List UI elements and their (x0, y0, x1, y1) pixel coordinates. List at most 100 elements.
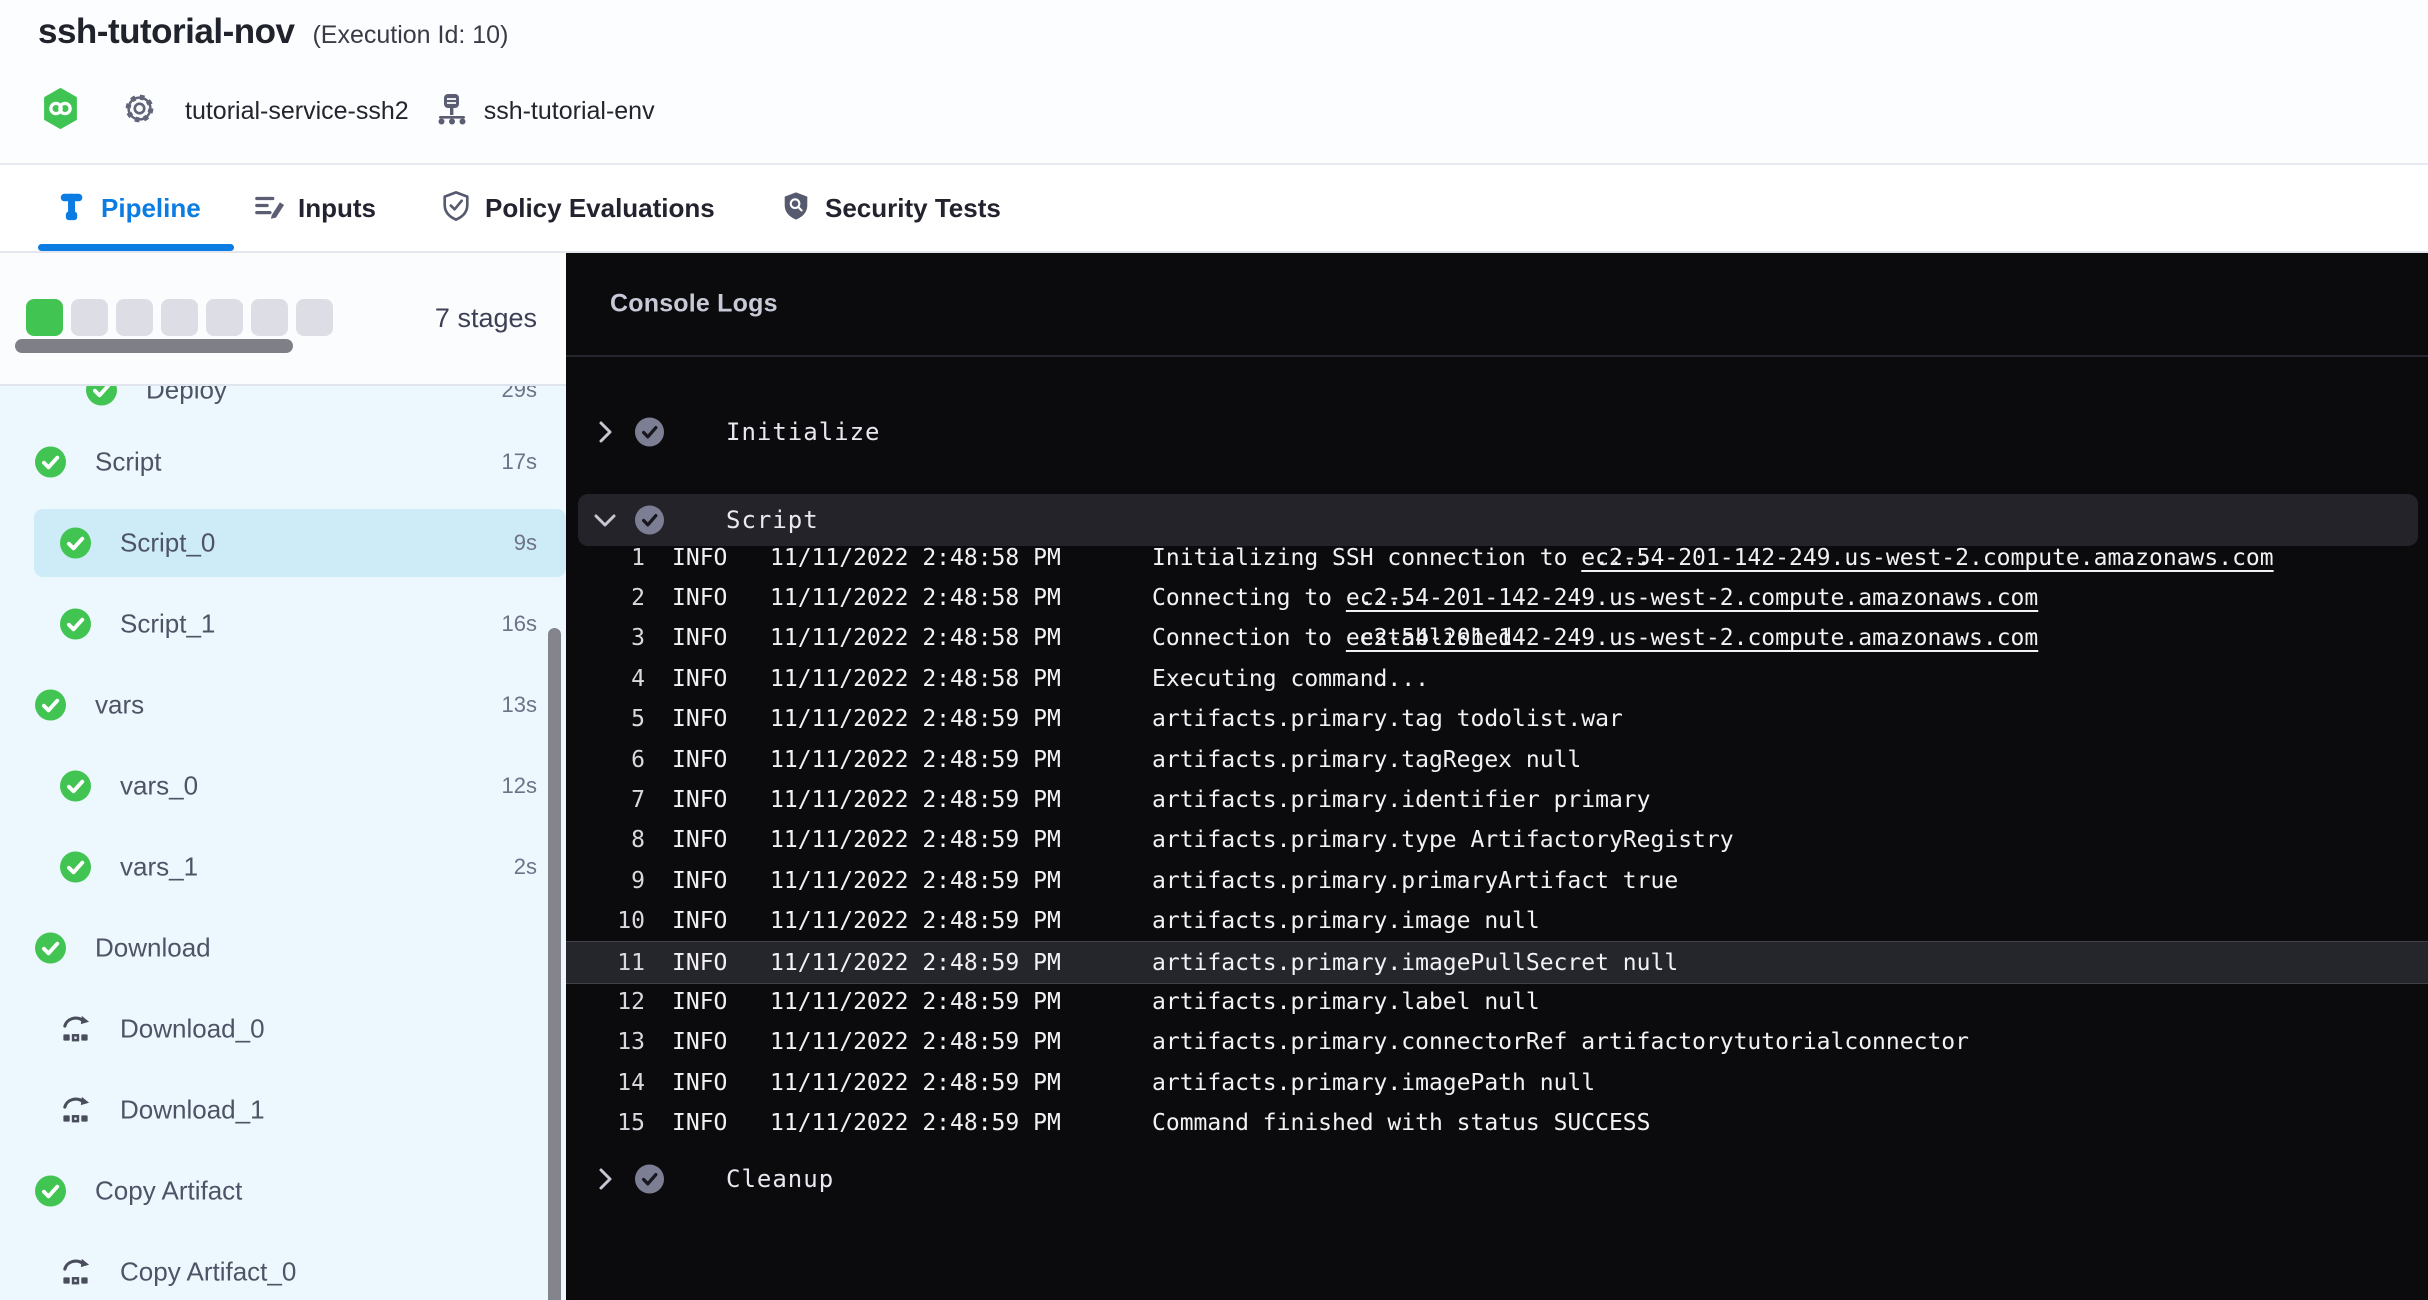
service-name[interactable]: tutorial-service-ssh2 (185, 97, 409, 126)
log-host-link[interactable]: ec2-54-201-142-249.us-west-2.compute.ama… (1346, 625, 2038, 651)
active-tab-underline (38, 244, 234, 251)
log-line-10: 10INFO11/11/2022 2:48:59 PMartifacts.pri… (566, 901, 2428, 942)
stage-row-copy-artifact[interactable]: Copy Artifact (0, 1157, 566, 1225)
sidebar-vertical-scrollbar[interactable] (548, 628, 561, 1300)
gear-icon[interactable] (122, 91, 157, 131)
log-message: artifacts.primary.label null (1152, 989, 1540, 1015)
log-level: INFO (672, 868, 727, 894)
log-message: artifacts.primary.imagePath null (1152, 1070, 1595, 1096)
log-line-number: 11 (566, 950, 645, 976)
log-line-13: 13INFO11/11/2022 2:48:59 PMartifacts.pri… (566, 1022, 2428, 1063)
stage-row-script[interactable]: Script 17s (0, 428, 566, 496)
log-line-number: 6 (566, 747, 645, 773)
stage-row-download-0[interactable]: Download_0 (0, 995, 566, 1063)
stage-duration: 12s (502, 773, 537, 799)
log-message: artifacts.primary.tag todolist.war (1152, 706, 1623, 732)
log-level: INFO (672, 585, 727, 611)
stage-duration: 17s (502, 449, 537, 475)
pipeline-execution-page: ssh-tutorial-nov (Execution Id: 10) tuto… (0, 0, 2428, 1300)
chevron-down-icon[interactable] (592, 507, 618, 533)
stage-row-copy-artifact-0[interactable]: Copy Artifact_0 (0, 1238, 566, 1300)
stage-row-vars-1[interactable]: vars_12s (0, 833, 566, 901)
stage-row-script-1[interactable]: Script_1 16s (0, 590, 566, 658)
stage-label: Download (95, 933, 211, 964)
stage-segment-pending (296, 299, 333, 336)
stage-label: Download_1 (120, 1095, 265, 1126)
log-timestamp: 11/11/2022 2:48:58 PM (770, 585, 1061, 611)
stage-count-label: 7 stages (435, 303, 537, 334)
log-line-2: 2INFO11/11/2022 2:48:58 PMConnecting to … (566, 577, 2428, 618)
log-section-cleanup[interactable]: Cleanup (578, 1153, 2418, 1205)
log-message: artifacts.primary.connectorRef artifacto… (1152, 1029, 1969, 1055)
stage-row-download[interactable]: Download (0, 914, 566, 982)
log-line-11: 11INFO11/11/2022 2:48:59 PMartifacts.pri… (566, 941, 2428, 984)
section-success-check-icon (634, 417, 665, 448)
log-message: artifacts.primary.type ArtifactoryRegist… (1152, 827, 1734, 853)
console-header: Console Logs (566, 253, 2428, 357)
tab-label: Inputs (298, 193, 376, 224)
stage-graph-horizontal-scrollbar[interactable] (15, 339, 293, 353)
tab-inputs[interactable]: Inputs (253, 165, 376, 251)
log-timestamp: 11/11/2022 2:48:59 PM (770, 989, 1061, 1015)
log-line-1: 1INFO11/11/2022 2:48:58 PMInitializing S… (566, 537, 2428, 578)
page-title: ssh-tutorial-nov (38, 12, 294, 52)
log-line-number: 15 (566, 1110, 645, 1136)
log-line-9: 9INFO11/11/2022 2:48:59 PMartifacts.prim… (566, 860, 2428, 901)
log-line-3: 3INFO11/11/2022 2:48:58 PMConnection to … (566, 618, 2428, 659)
console-logs-panel: Console Logs InitializeScriptCleanup1INF… (566, 253, 2428, 1300)
section-success-check-icon (634, 1164, 665, 1195)
environment-icon (435, 92, 469, 131)
tab-label: Pipeline (101, 193, 201, 224)
log-message: artifacts.primary.image null (1152, 908, 1540, 934)
stage-list: Deploy29sScript17sScript_09sScript_116sv… (0, 253, 566, 1300)
stage-label: Script_1 (120, 609, 215, 640)
stage-duration: 13s (502, 692, 537, 718)
log-line-number: 14 (566, 1070, 645, 1096)
log-line-14: 14INFO11/11/2022 2:48:59 PMartifacts.pri… (566, 1062, 2428, 1103)
log-level: INFO (672, 950, 727, 976)
log-level: INFO (672, 989, 727, 1015)
stage-label: Script_0 (120, 528, 215, 559)
stage-label: Copy Artifact (95, 1176, 242, 1207)
stage-segment-pending (71, 299, 108, 336)
stage-label: Copy Artifact_0 (120, 1257, 296, 1288)
chevron-right-icon[interactable] (592, 419, 618, 445)
tab-policy-evaluations[interactable]: Policy Evaluations (440, 165, 715, 251)
success-check-icon (60, 609, 91, 640)
success-check-icon (60, 771, 91, 802)
success-check-icon (35, 447, 66, 478)
log-timestamp: 11/11/2022 2:48:59 PM (770, 1110, 1061, 1136)
tab-pipeline[interactable]: Pipeline (56, 165, 201, 251)
log-level: INFO (672, 625, 727, 651)
log-level: INFO (672, 1029, 727, 1055)
sidebar-summary: 7 stages (0, 253, 566, 386)
success-check-icon (60, 852, 91, 883)
log-timestamp: 11/11/2022 2:48:59 PM (770, 827, 1061, 853)
stage-duration: 16s (502, 611, 537, 637)
log-section-initialize[interactable]: Initialize (578, 406, 2418, 458)
step-group-icon (60, 1257, 91, 1288)
log-line-number: 10 (566, 908, 645, 934)
environment-name[interactable]: ssh-tutorial-env (484, 97, 655, 126)
tab-label: Policy Evaluations (485, 193, 715, 224)
log-host-link[interactable]: ec2-54-201-142-249.us-west-2.compute.ama… (1581, 545, 2273, 571)
log-host-link[interactable]: ec2-54-201-142-249.us-west-2.compute.ama… (1346, 585, 2038, 611)
log-level: INFO (672, 666, 727, 692)
log-timestamp: 11/11/2022 2:48:59 PM (770, 706, 1061, 732)
stage-label: Script (95, 447, 161, 478)
stage-duration: 2s (514, 854, 537, 880)
stage-segment-pending (116, 299, 153, 336)
stage-row-download-1[interactable]: Download_1 (0, 1076, 566, 1144)
tab-security-tests[interactable]: Security Tests (780, 165, 1001, 251)
stage-row-vars-0[interactable]: vars_012s (0, 752, 566, 820)
console-title: Console Logs (610, 290, 778, 319)
log-timestamp: 11/11/2022 2:48:59 PM (770, 950, 1061, 976)
section-label: Initialize (726, 418, 881, 446)
stage-row-vars[interactable]: vars13s (0, 671, 566, 739)
chevron-right-icon[interactable] (592, 1166, 618, 1192)
log-level: INFO (672, 827, 727, 853)
stage-row-script-0[interactable]: Script_09s (34, 509, 566, 577)
log-line-12: 12INFO11/11/2022 2:48:59 PMartifacts.pri… (566, 981, 2428, 1022)
log-level: INFO (672, 706, 727, 732)
log-level: INFO (672, 545, 727, 571)
